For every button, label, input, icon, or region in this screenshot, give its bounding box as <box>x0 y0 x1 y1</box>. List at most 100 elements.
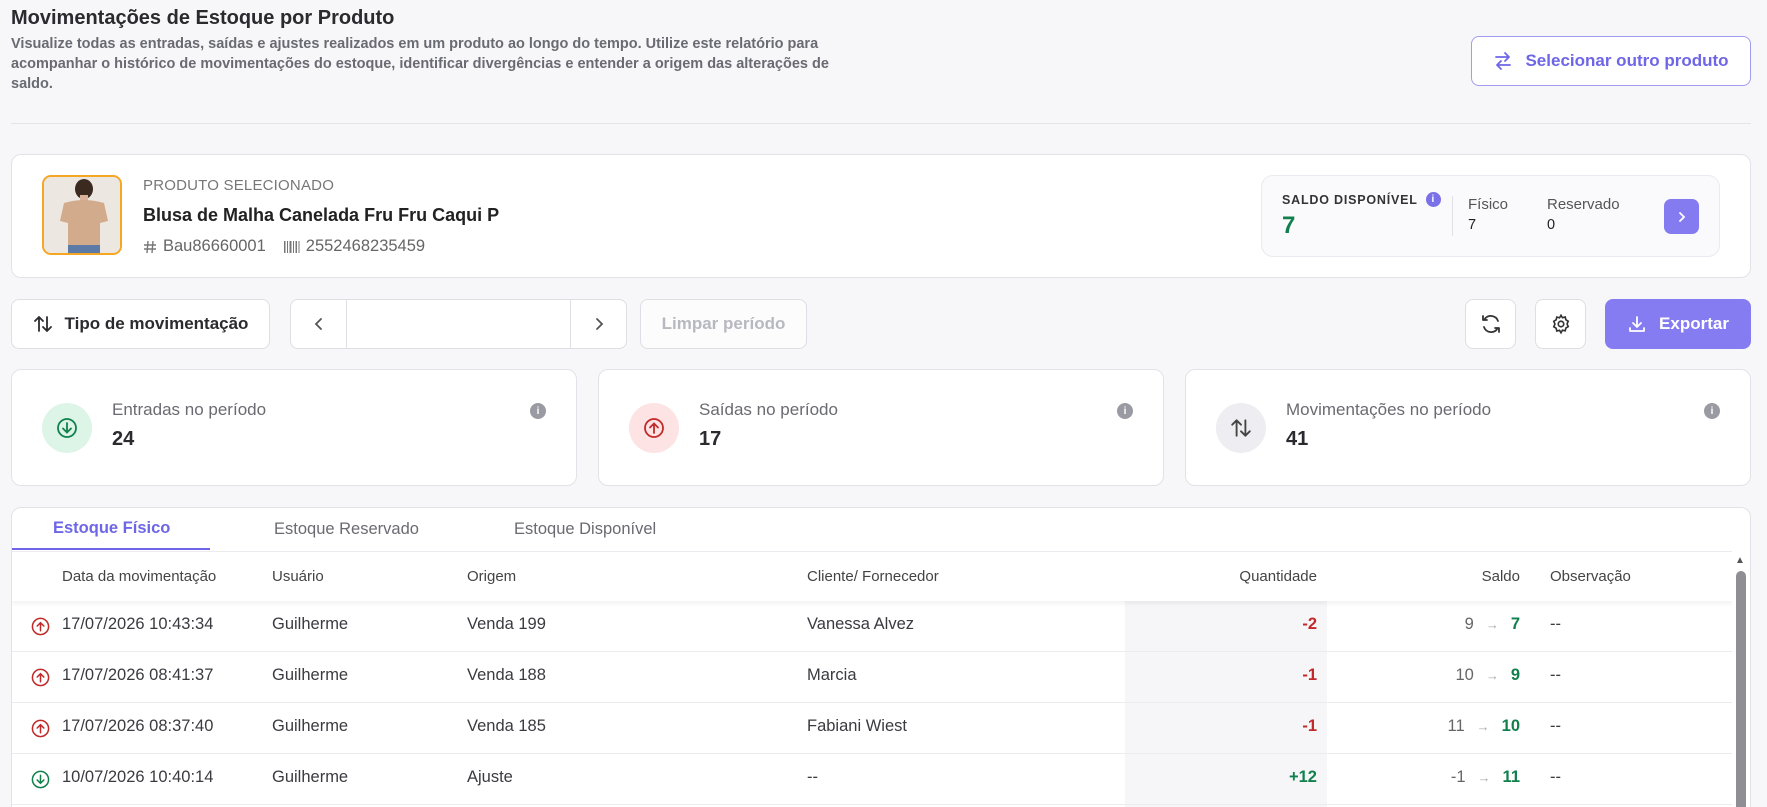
tab-estoque-disponivel[interactable]: Estoque Disponível <box>450 508 690 550</box>
refresh-icon <box>1481 315 1500 333</box>
table-row[interactable]: 17/07/2026 08:41:37 Guilherme Venda 188 … <box>12 652 1734 703</box>
row-saldo: 9 → 7 <box>1465 615 1520 634</box>
arrow-right-icon: → <box>1477 770 1491 785</box>
arrow-up-circle-icon <box>31 617 50 636</box>
movements-table-card: Estoque Físico Estoque Reservado Estoque… <box>11 507 1751 807</box>
arrow-right-icon: → <box>1485 617 1499 632</box>
column-header-observation[interactable]: Observação <box>1550 568 1631 585</box>
refresh-button[interactable] <box>1465 299 1516 349</box>
row-user: Guilherme <box>272 717 349 735</box>
column-header-user[interactable]: Usuário <box>272 568 324 585</box>
download-icon <box>1629 316 1645 332</box>
product-overline: PRODUTO SELECIONADO <box>143 177 335 194</box>
scroll-up-icon[interactable]: ▲ <box>1735 555 1745 566</box>
info-icon[interactable]: i <box>530 403 546 419</box>
column-header-quantity[interactable]: Quantidade <box>1239 568 1317 585</box>
entradas-stat-card: Entradas no período 24 i <box>11 369 577 486</box>
saldo-details-button[interactable] <box>1664 199 1699 234</box>
row-date: 17/07/2026 08:41:37 <box>62 666 214 684</box>
row-origin: Venda 185 <box>467 717 546 735</box>
row-user: Guilherme <box>272 768 349 786</box>
chevron-right-icon <box>595 318 603 330</box>
row-user: Guilherme <box>272 615 349 633</box>
select-other-product-label: Selecionar outro produto <box>1525 51 1729 70</box>
sort-arrows-icon <box>33 316 52 332</box>
fisico-value: 7 <box>1468 217 1477 233</box>
table-row[interactable]: 17/07/2026 10:43:34 Guilherme Venda 199 … <box>12 601 1734 652</box>
product-barcode: 2552468235459 <box>283 237 426 256</box>
tab-estoque-reservado[interactable]: Estoque Reservado <box>210 508 450 550</box>
page-header: Movimentações de Estoque por Produto Vis… <box>11 6 1751 124</box>
row-saldo: 10 → 9 <box>1455 666 1520 685</box>
chevron-left-icon <box>314 318 322 330</box>
table-row[interactable]: 17/07/2026 08:37:40 Guilherme Venda 185 … <box>12 703 1734 754</box>
page-description: Visualize todas as entradas, saídas e aj… <box>11 36 829 92</box>
barcode-value: 2552468235459 <box>305 237 426 255</box>
saldo-from: 10 <box>1455 666 1474 684</box>
stat-label: Entradas no período <box>112 400 267 419</box>
row-saldo: 11 → 10 <box>1448 717 1521 736</box>
stat-value: 17 <box>699 428 722 450</box>
previous-period-button[interactable] <box>291 300 346 348</box>
saidas-stat-card: Saídas no período 17 i <box>598 369 1164 486</box>
column-header-date[interactable]: Data da movimentação <box>62 568 216 585</box>
arrow-up-circle-icon <box>31 719 50 738</box>
reservado-label: Reservado <box>1547 196 1620 213</box>
row-observation: -- <box>1550 615 1561 633</box>
row-client: Fabiani Wiest <box>807 717 907 735</box>
row-origin: Ajuste <box>467 768 513 786</box>
divider <box>1452 196 1453 236</box>
tab-estoque-fisico[interactable]: Estoque Físico <box>12 508 210 550</box>
row-observation: -- <box>1550 717 1561 735</box>
row-quantity: -1 <box>1302 717 1317 735</box>
row-quantity: -2 <box>1302 615 1317 633</box>
export-button[interactable]: Exportar <box>1605 299 1751 349</box>
clear-period-button[interactable]: Limpar período <box>640 299 807 349</box>
info-icon[interactable]: i <box>1117 403 1133 419</box>
fisico-label: Físico <box>1468 196 1509 213</box>
movement-type-filter-button[interactable]: Tipo de movimentação <box>11 299 270 349</box>
selected-product-card: PRODUTO SELECIONADO Blusa de Malha Canel… <box>11 154 1751 278</box>
chevron-right-icon <box>1678 211 1685 222</box>
row-origin: Venda 188 <box>467 666 546 684</box>
table-row[interactable]: 10/07/2026 10:40:14 Guilherme Ajuste -- … <box>12 754 1734 805</box>
saldo-to: 9 <box>1510 666 1520 684</box>
saldo-from: 9 <box>1464 615 1474 633</box>
row-user: Guilherme <box>272 666 349 684</box>
row-client: -- <box>807 768 818 786</box>
info-icon[interactable]: i <box>1425 192 1441 207</box>
settings-button[interactable] <box>1535 299 1586 349</box>
page-title: Movimentações de Estoque por Produto <box>11 7 395 29</box>
select-other-product-button[interactable]: Selecionar outro produto <box>1471 36 1751 86</box>
saldo-disponivel-value: 7 <box>1282 212 1296 239</box>
row-observation: -- <box>1550 768 1561 786</box>
arrow-right-icon: → <box>1476 719 1490 734</box>
saldo-to: 10 <box>1501 717 1520 735</box>
arrow-right-icon: → <box>1485 668 1499 683</box>
product-thumbnail <box>42 175 122 255</box>
row-saldo: -1 → 11 <box>1451 768 1520 787</box>
saldo-to: 11 <box>1502 768 1520 786</box>
row-client: Marcia <box>807 666 857 684</box>
stat-label: Movimentações no período <box>1286 400 1492 419</box>
column-header-origin[interactable]: Origem <box>467 568 516 585</box>
row-observation: -- <box>1550 666 1561 684</box>
table-header: Data da movimentação Usuário Origem Clie… <box>12 551 1734 601</box>
row-date: 10/07/2026 10:40:14 <box>62 768 214 786</box>
reservado-block: Reservado 0 <box>1547 196 1620 233</box>
row-client: Vanessa Alvez <box>807 615 915 633</box>
arrow-down-circle-icon <box>42 403 92 453</box>
row-quantity: -1 <box>1302 666 1317 684</box>
stat-value: 24 <box>112 428 135 450</box>
column-header-saldo[interactable]: Saldo <box>1482 568 1520 585</box>
column-header-client[interactable]: Cliente/ Fornecedor <box>807 568 939 585</box>
table-scrollbar[interactable]: ▲ <box>1732 551 1750 807</box>
saldo-to: 7 <box>1510 615 1520 633</box>
period-input[interactable] <box>346 300 571 348</box>
next-period-button[interactable] <box>571 300 626 348</box>
sort-arrows-icon <box>1216 403 1266 453</box>
info-icon[interactable]: i <box>1704 403 1720 419</box>
row-date: 17/07/2026 08:37:40 <box>62 717 214 735</box>
saldo-disponivel-label: SALDO DISPONÍVEL i <box>1282 192 1441 207</box>
scrollbar-thumb[interactable] <box>1736 571 1746 807</box>
